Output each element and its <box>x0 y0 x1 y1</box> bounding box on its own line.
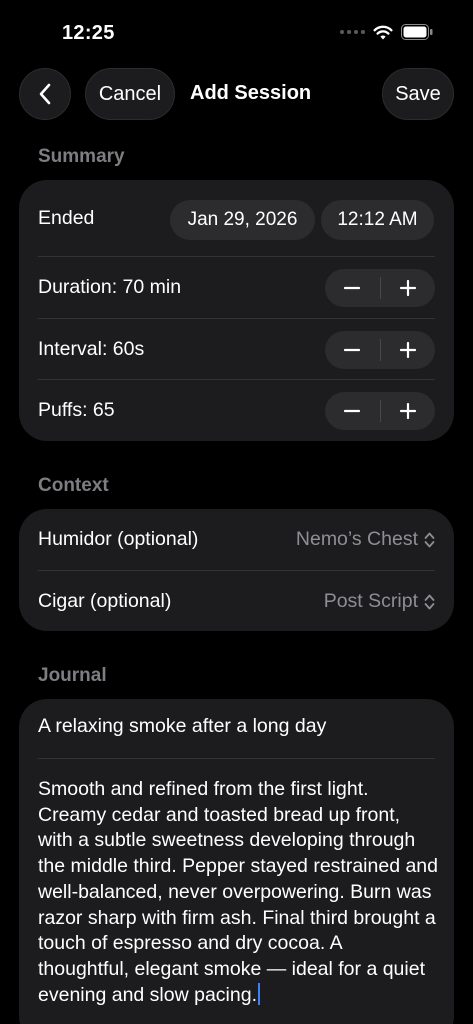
journal-body-textarea[interactable]: Smooth and refined from the first light.… <box>38 777 438 1008</box>
save-button[interactable]: Save <box>382 68 454 120</box>
puffs-decrement-button[interactable] <box>325 392 380 430</box>
cigar-value: Post Script <box>323 590 418 612</box>
cellular-signal-icon <box>340 30 365 34</box>
duration-label: Duration: 70 min <box>38 276 182 298</box>
minus-icon <box>344 409 361 413</box>
ended-label: Ended <box>38 207 95 229</box>
summary-card: Ended Jan 29, 2026 12:12 AM Duration: 70… <box>19 180 454 441</box>
humidor-row[interactable]: Humidor (optional) Nemo’s Chest <box>19 509 454 570</box>
context-card: Humidor (optional) Nemo’s Chest Cigar (o… <box>19 509 454 631</box>
plus-icon <box>399 280 416 296</box>
interval-stepper <box>325 331 435 369</box>
interval-increment-button[interactable] <box>380 331 435 369</box>
humidor-picker[interactable]: Nemo’s Chest <box>296 509 435 570</box>
minus-icon <box>344 348 361 352</box>
navigation-bar: Cancel Add Session Save <box>0 68 473 122</box>
chevron-up-down-icon <box>424 594 435 609</box>
cancel-button[interactable]: Cancel <box>85 68 175 120</box>
page-title: Add Session <box>190 82 312 104</box>
status-bar: 12:25 <box>0 0 473 60</box>
chevron-left-icon <box>39 83 51 105</box>
interval-row: Interval: 60s <box>19 319 454 380</box>
duration-decrement-button[interactable] <box>325 269 380 307</box>
text-cursor <box>258 982 260 1005</box>
ended-date-picker[interactable]: Jan 29, 2026 <box>170 200 315 240</box>
add-session-screen: 12:25 Cancel Add Session Save Summary En… <box>0 0 473 1024</box>
context-section-header: Context <box>38 475 109 496</box>
chevron-up-down-icon <box>424 532 435 547</box>
interval-decrement-button[interactable] <box>325 331 380 369</box>
cigar-picker[interactable]: Post Script <box>324 571 435 631</box>
duration-stepper <box>325 269 435 307</box>
humidor-value: Nemo’s Chest <box>295 528 418 550</box>
cigar-label: Cigar (optional) <box>38 590 172 612</box>
back-button[interactable] <box>19 68 71 120</box>
journal-section-header: Journal <box>38 665 107 686</box>
puffs-stepper <box>325 392 435 430</box>
ended-row: Ended Jan 29, 2026 12:12 AM <box>19 188 454 249</box>
journal-title-field[interactable]: A relaxing smoke after a long day <box>38 715 326 738</box>
ended-time-picker[interactable]: 12:12 AM <box>321 200 434 240</box>
wifi-icon <box>373 25 393 39</box>
duration-row: Duration: 70 min <box>19 257 454 318</box>
interval-label: Interval: 60s <box>38 338 145 360</box>
status-icons <box>340 24 433 40</box>
divider <box>38 758 435 759</box>
puffs-increment-button[interactable] <box>380 392 435 430</box>
puffs-label: Puffs: 65 <box>38 399 115 421</box>
puffs-row: Puffs: 65 <box>19 380 454 441</box>
journal-card: A relaxing smoke after a long day Smooth… <box>19 699 454 1024</box>
summary-section-header: Summary <box>38 146 125 167</box>
status-time: 12:25 <box>62 22 115 44</box>
minus-icon <box>344 286 361 290</box>
plus-icon <box>399 403 416 419</box>
journal-body-text: Smooth and refined from the first light.… <box>38 778 438 1006</box>
battery-icon <box>401 24 433 40</box>
duration-increment-button[interactable] <box>380 269 435 307</box>
humidor-label: Humidor (optional) <box>38 528 199 550</box>
plus-icon <box>399 342 416 358</box>
cigar-row[interactable]: Cigar (optional) Post Script <box>19 571 454 631</box>
